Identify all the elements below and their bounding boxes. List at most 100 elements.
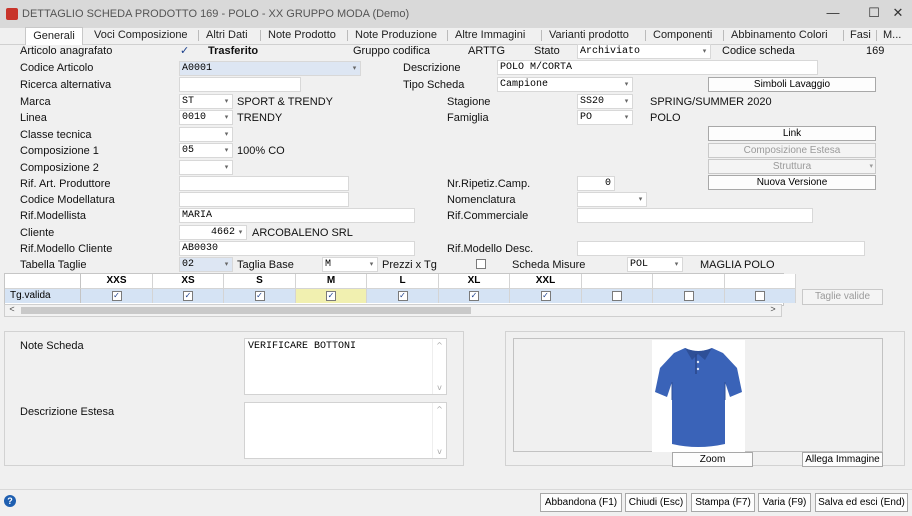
grid-cell[interactable]: ✓ xyxy=(510,288,582,303)
grid-cell[interactable] xyxy=(582,288,653,303)
tab-note-prodotto[interactable]: Note Prodotto xyxy=(268,28,336,43)
grid-cell[interactable]: ✓ xyxy=(81,288,153,303)
grid-cell[interactable]: ✓ xyxy=(296,288,367,303)
linea-select[interactable]: 0010 ▾ xyxy=(179,110,233,125)
composizione-estesa-button[interactable]: Composizione Estesa xyxy=(708,143,876,158)
tab-componenti[interactable]: Componenti xyxy=(653,28,712,43)
marca-select[interactable]: ST ▾ xyxy=(179,94,233,109)
grid-cell[interactable] xyxy=(653,288,725,303)
tab-more[interactable]: M... xyxy=(883,28,901,43)
scheda-misure-label: Scheda Misure xyxy=(512,259,586,271)
size-valid-checkbox[interactable]: ✓ xyxy=(540,291,551,301)
status-bar: ? Abbandona (F1) Chiudi (Esc) Stampa (F7… xyxy=(0,489,912,516)
size-valid-checkbox[interactable]: ✓ xyxy=(254,291,265,301)
grid-scrollbar[interactable]: < > xyxy=(4,304,782,317)
scroll-up-icon[interactable]: ^ xyxy=(433,341,446,350)
size-valid-checkbox[interactable]: ✓ xyxy=(326,291,336,301)
struttura-label: Struttura xyxy=(772,161,812,172)
grid-cell[interactable]: ✓ xyxy=(153,288,224,303)
grid-cell[interactable]: ✓ xyxy=(367,288,439,303)
tab-generali[interactable]: Generali xyxy=(25,27,83,45)
textarea-scrollbar[interactable]: ^ v xyxy=(432,403,446,458)
grid-header-xl: XL xyxy=(439,274,510,288)
stagione-desc: SPRING/SUMMER 2020 xyxy=(650,96,772,108)
ricerca-alternativa-field[interactable] xyxy=(179,77,301,92)
tab-abbinamento-colori[interactable]: Abbinamento Colori xyxy=(731,28,828,43)
chiudi-button[interactable]: Chiudi (Esc) xyxy=(625,493,687,512)
abbandona-button[interactable]: Abbandona (F1) xyxy=(540,493,622,512)
maximize-icon[interactable]: ☐ xyxy=(863,3,885,23)
cliente-select[interactable]: 4662 ▾ xyxy=(179,225,247,240)
rif-art-produttore-field[interactable] xyxy=(179,176,349,191)
rif-modello-desc-field[interactable] xyxy=(577,241,865,256)
rif-modellista-field[interactable]: MARIA xyxy=(179,208,415,223)
rif-commerciale-field[interactable] xyxy=(577,208,813,223)
size-valid-checkbox[interactable]: ✓ xyxy=(111,291,122,301)
tab-varianti-prodotto[interactable]: Varianti prodotto xyxy=(549,28,629,43)
size-valid-checkbox[interactable] xyxy=(683,291,694,301)
scheda-misure-select[interactable]: POL ▾ xyxy=(627,257,683,272)
chevron-down-icon: ▾ xyxy=(369,260,374,268)
prezzi-x-tg-checkbox[interactable] xyxy=(476,259,486,269)
taglie-valide-button[interactable]: Taglie valide xyxy=(802,289,883,305)
scroll-thumb[interactable] xyxy=(21,307,471,314)
composizione-1-select[interactable]: 05 ▾ xyxy=(179,143,233,158)
varia-button[interactable]: Varia (F9) xyxy=(758,493,811,512)
salva-ed-esci-button[interactable]: Salva ed esci (End) xyxy=(815,493,908,512)
nomenclatura-select[interactable]: ▾ xyxy=(577,192,647,207)
rif-modello-cliente-field[interactable]: AB0030 xyxy=(179,241,415,256)
linea-code: 0010 xyxy=(182,112,207,123)
codice-modellatura-field[interactable] xyxy=(179,192,349,207)
scroll-left-icon[interactable]: < xyxy=(6,304,18,314)
descrizione-estesa-textarea[interactable]: ^ v xyxy=(244,402,447,459)
grid-corner xyxy=(5,274,81,288)
tab-note-produzione[interactable]: Note Produzione xyxy=(355,28,437,43)
composizione-2-select[interactable]: ▾ xyxy=(179,160,233,175)
tipo-scheda-select[interactable]: Campione ▾ xyxy=(497,77,633,92)
grid-cell[interactable] xyxy=(725,288,796,303)
scroll-down-icon[interactable]: v xyxy=(433,447,446,456)
cliente-desc: ARCOBALENO SRL xyxy=(252,227,353,239)
classe-tecnica-select[interactable]: ▾ xyxy=(179,127,233,142)
link-button[interactable]: Link xyxy=(708,126,876,141)
zoom-button[interactable]: Zoom xyxy=(672,452,753,467)
scroll-right-icon[interactable]: > xyxy=(767,304,779,314)
nr-ripetiz-camp-field[interactable]: 0 xyxy=(577,176,615,191)
tab-altre-immagini[interactable]: Altre Immagini xyxy=(455,28,525,43)
codice-articolo-value: A0001 xyxy=(182,63,213,74)
simboli-lavaggio-button[interactable]: Simboli Lavaggio xyxy=(708,77,876,92)
tab-voci-composizione[interactable]: Voci Composizione xyxy=(94,28,188,43)
scroll-up-icon[interactable]: ^ xyxy=(433,405,446,414)
allega-immagine-button[interactable]: Allega Immagine xyxy=(802,452,883,467)
famiglia-select[interactable]: PO ▾ xyxy=(577,110,633,125)
size-valid-checkbox[interactable] xyxy=(755,291,765,301)
size-valid-checkbox[interactable] xyxy=(612,291,622,301)
struttura-button[interactable]: Struttura ▾ xyxy=(708,159,876,174)
taglia-base-label: Taglia Base xyxy=(237,259,294,271)
tabella-taglie-select[interactable]: 02 ▾ xyxy=(179,257,233,272)
codice-articolo-field[interactable]: A0001 ▾ xyxy=(179,61,361,76)
size-valid-checkbox[interactable]: ✓ xyxy=(397,291,408,301)
size-valid-checkbox[interactable]: ✓ xyxy=(183,291,193,301)
textarea-scrollbar[interactable]: ^ v xyxy=(432,339,446,394)
stato-select[interactable]: Archiviato ▾ xyxy=(577,44,711,59)
nuova-versione-button[interactable]: Nuova Versione xyxy=(708,175,876,190)
taglia-base-select[interactable]: M ▾ xyxy=(322,257,378,272)
scroll-down-icon[interactable]: v xyxy=(433,383,446,392)
stagione-label: Stagione xyxy=(447,96,491,108)
size-valid-checkbox[interactable]: ✓ xyxy=(469,291,479,301)
grid-cell[interactable]: ✓ xyxy=(224,288,296,303)
close-icon[interactable]: ✕ xyxy=(887,3,909,23)
stagione-select[interactable]: SS20 ▾ xyxy=(577,94,633,109)
stampa-button[interactable]: Stampa (F7) xyxy=(691,493,755,512)
grid-cell[interactable]: ✓ xyxy=(439,288,510,303)
help-icon[interactable]: ? xyxy=(4,495,16,507)
minimize-icon[interactable]: — xyxy=(822,3,844,23)
tab-fasi[interactable]: Fasi xyxy=(850,28,871,43)
tab-altri-dati[interactable]: Altri Dati xyxy=(206,28,248,43)
descrizione-field[interactable]: POLO M/CORTA xyxy=(497,60,818,75)
note-scheda-textarea[interactable]: VERIFICARE BOTTONI ^ v xyxy=(244,338,447,395)
articolo-anagrafato-check[interactable]: ✓ xyxy=(180,44,189,57)
gruppo-codifica-label: Gruppo codifica xyxy=(353,45,431,57)
chevron-down-icon: ▾ xyxy=(624,113,629,121)
